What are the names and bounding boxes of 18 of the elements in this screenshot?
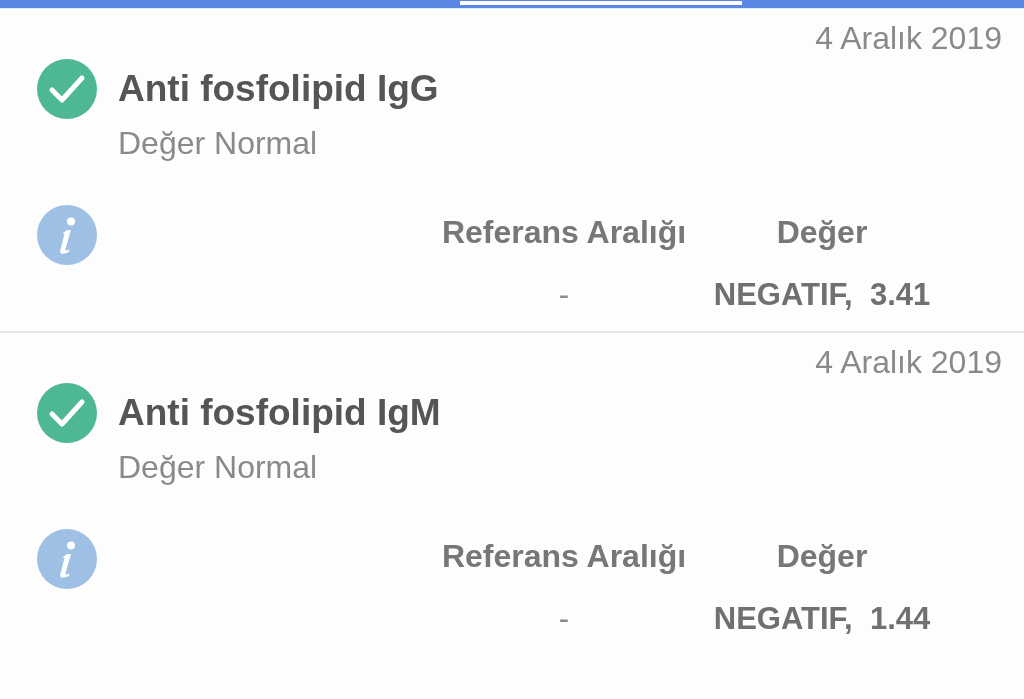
column-header: Referans Aralığı [441,213,687,251]
status-text: Değer Normal [118,125,318,161]
result-value: NEGATIF, 1.44 [713,600,931,638]
reference-range: - [558,276,570,314]
result-date: 4 Aralık 2019 [815,344,1002,380]
result-card[interactable]: 4 Aralık 2019 Anti fosfolipid IgG Değer Normal Referans Aralığı Değer - NEGATIF, 3.41 [0,9,1024,331]
info-icon[interactable] [37,205,97,265]
reference-range: - [558,600,570,638]
result-date: 4 Aralık 2019 [815,20,1002,56]
result-value: NEGATIF, 3.41 [713,276,931,314]
column-header: Değer [776,537,868,575]
test-name: Anti fosfolipid IgM [118,392,441,434]
status-text: Değer Normal [118,449,318,485]
info-icon[interactable] [37,529,97,589]
test-name: Anti fosfolipid IgG [118,68,439,110]
column-header: Değer [776,213,868,251]
result-card[interactable]: 4 Aralık 2019 Anti fosfolipid IgM Değer Normal Referans Aralığı Değer - NEGATIF, 1.44 [0,331,1024,653]
column-header: Referans Aralığı [441,537,687,575]
